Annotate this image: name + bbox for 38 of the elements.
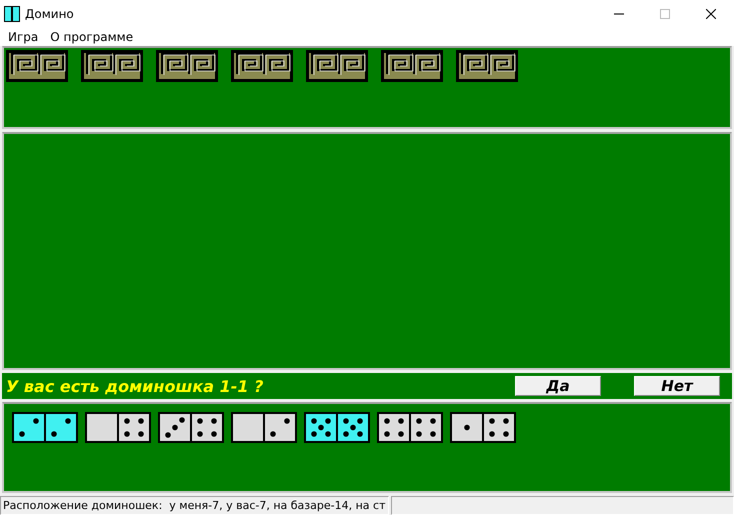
- pips-icon: [19, 418, 39, 437]
- pips-icon: [416, 418, 436, 437]
- window-title: Домино: [25, 7, 75, 21]
- domino-back-icon: [231, 50, 293, 82]
- pips-icon: [384, 418, 404, 437]
- domino-back-icon: [6, 50, 68, 82]
- domino-back-icon: [381, 50, 443, 82]
- pips-icon: [464, 424, 470, 430]
- domino-back-icon: [81, 50, 143, 82]
- domino-tile[interactable]: [377, 412, 443, 443]
- domino-back-icon: [156, 50, 218, 82]
- pips-icon: [165, 417, 185, 438]
- domino-tile[interactable]: [231, 412, 297, 443]
- pips-icon: [124, 418, 144, 437]
- domino-tile[interactable]: [304, 412, 370, 443]
- close-icon: [706, 9, 716, 19]
- pips-icon: [311, 418, 331, 437]
- domino-tile[interactable]: [85, 412, 151, 443]
- status-text: Расположение доминошек: у меня-7, у вас-7, на базаре-14, на ст: [0, 496, 388, 515]
- menu-item[interactable]: Игра: [2, 30, 44, 44]
- pips-icon: [489, 418, 509, 437]
- domino-back-icon: [456, 50, 518, 82]
- maximize-icon: [660, 9, 670, 19]
- app-icon: [4, 6, 20, 22]
- pips-icon: [51, 418, 71, 437]
- yes-button[interactable]: Да: [515, 376, 601, 396]
- domino-half: [233, 414, 263, 441]
- question-text: У вас есть доминошка 1-1 ?: [5, 376, 264, 396]
- domino-half: [87, 414, 117, 441]
- pips-icon: [270, 418, 290, 437]
- no-button[interactable]: Нет: [634, 376, 720, 396]
- domino-back-icon: [306, 50, 368, 82]
- domino-tile[interactable]: [12, 412, 78, 443]
- pips-icon: [343, 418, 363, 437]
- menu-item[interactable]: О программе: [44, 30, 140, 44]
- domino-tile[interactable]: [450, 412, 516, 443]
- domino-tile[interactable]: [158, 412, 224, 443]
- pips-icon: [197, 418, 217, 437]
